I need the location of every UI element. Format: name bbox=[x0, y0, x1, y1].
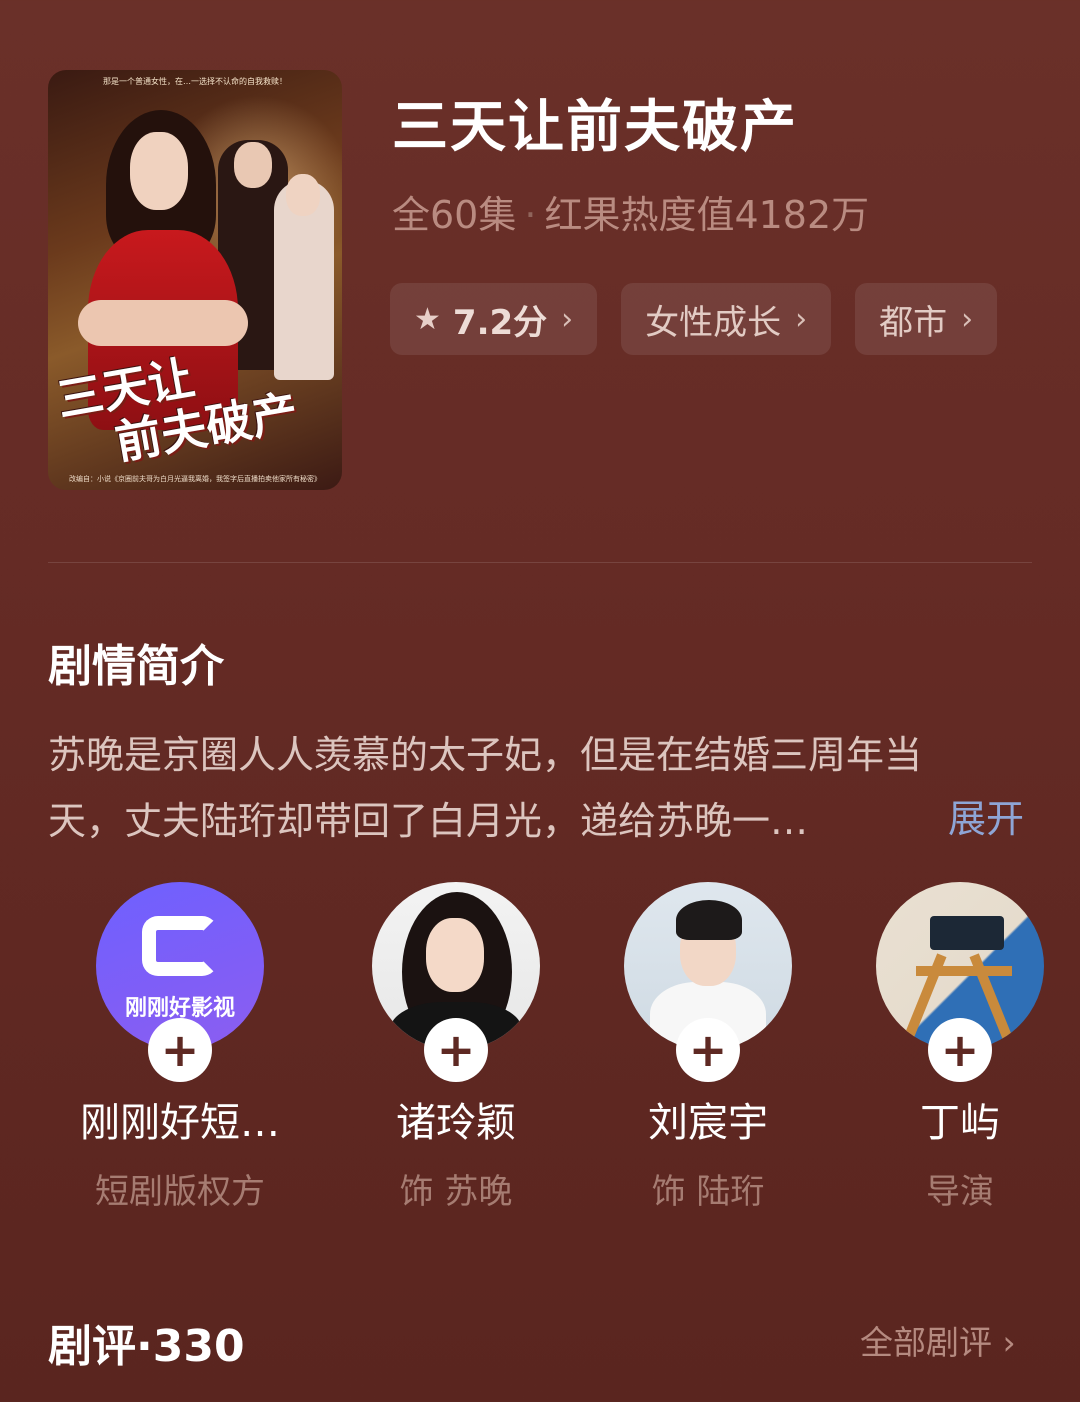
drama-poster[interactable]: 那是一个普通女性，在…一选择不认命的自我救赎！ 三天让 前夫破产 改编自：小说《… bbox=[48, 70, 342, 490]
person-card-actor[interactable]: + 刘宸宇 饰 陆珩 bbox=[582, 882, 834, 1213]
person-name: 刚刚好短… bbox=[80, 1100, 280, 1146]
genre-tag-label: 女性成长 bbox=[645, 302, 782, 343]
chevron-right-icon: › bbox=[961, 301, 974, 337]
poster-tagline: 那是一个普通女性，在…一选择不认命的自我救赎！ bbox=[103, 77, 287, 86]
avatar-hair bbox=[676, 900, 742, 940]
synopsis-line-1: 苏晚是京圈人人羡慕的太子妃，但是在结婚三周年当 bbox=[48, 733, 923, 777]
chevron-right-icon: › bbox=[795, 301, 808, 337]
person-card-actress[interactable]: + 诸玲颖 饰 苏晚 bbox=[330, 882, 582, 1213]
genre-tag-female-growth[interactable]: 女性成长 › bbox=[621, 283, 832, 355]
chair-arm bbox=[916, 966, 1012, 976]
person-name: 刘宸宇 bbox=[648, 1100, 768, 1146]
synopsis-text[interactable]: 苏晚是京圈人人羡慕的太子妃，但是在结婚三周年当 天，丈夫陆珩却带回了白月光，递给… bbox=[48, 722, 1032, 854]
all-reviews-link[interactable]: 全部剧评 › bbox=[860, 1316, 1016, 1364]
director-chair-icon bbox=[930, 916, 1004, 950]
person-card-director[interactable]: + 丁屿 导演 bbox=[834, 882, 1080, 1213]
synopsis-line-2: 天，丈夫陆珩却带回了白月光，递给苏晚一… bbox=[48, 799, 809, 843]
genre-tag-label: 都市 bbox=[879, 302, 948, 343]
avatar-face bbox=[426, 918, 484, 992]
meta-separator: · bbox=[524, 193, 537, 237]
poster-man-face bbox=[234, 142, 272, 188]
poster-lead-arms bbox=[78, 300, 248, 346]
follow-button[interactable]: + bbox=[148, 1018, 212, 1082]
heat-value: 红果热度值4182万 bbox=[544, 193, 870, 237]
section-divider bbox=[48, 562, 1032, 563]
person-role: 导演 bbox=[926, 1172, 994, 1212]
poster-adaptation-note: 改编自：小说《京圈前夫哥为白月光逼我离婚，我签字后直播拍卖他家所有秘密》 bbox=[69, 475, 321, 483]
drama-title: 三天让前夫破产 bbox=[392, 95, 798, 160]
follow-button[interactable]: + bbox=[928, 1018, 992, 1082]
poster-second-woman-face bbox=[286, 174, 320, 216]
synopsis-heading: 剧情简介 bbox=[48, 641, 224, 692]
follow-button[interactable]: + bbox=[424, 1018, 488, 1082]
tag-row: ★ 7.2分 › 女性成长 › 都市 › bbox=[390, 283, 998, 355]
person-name: 丁屿 bbox=[920, 1100, 1000, 1146]
rating-label: 7.2分 bbox=[452, 302, 548, 343]
cast-crew-row: 刚刚好影视 + 刚刚好短… 短剧版权方 + 诸玲颖 饰 苏晚 + 刘宸宇 饰 陆… bbox=[0, 882, 1080, 1222]
drama-meta: 全60集 · 红果热度值4182万 bbox=[392, 184, 869, 239]
rating-tag[interactable]: ★ 7.2分 › bbox=[390, 283, 598, 355]
person-role: 饰 苏晚 bbox=[399, 1172, 513, 1212]
star-icon: ★ bbox=[414, 301, 441, 337]
person-card-studio[interactable]: 刚刚好影视 + 刚刚好短… 短剧版权方 bbox=[54, 882, 306, 1213]
genre-tag-urban[interactable]: 都市 › bbox=[855, 283, 998, 355]
person-role: 短剧版权方 bbox=[95, 1172, 265, 1212]
expand-synopsis-button[interactable]: 展开 bbox=[948, 788, 1024, 843]
follow-button[interactable]: + bbox=[676, 1018, 740, 1082]
studio-logo-icon bbox=[142, 916, 218, 976]
episode-count: 全60集 bbox=[392, 193, 517, 237]
poster-lead-face bbox=[130, 132, 188, 210]
reviews-heading: 剧评·330 bbox=[48, 1321, 245, 1372]
person-role: 饰 陆珩 bbox=[651, 1172, 765, 1212]
person-name: 诸玲颖 bbox=[396, 1100, 516, 1146]
chevron-right-icon: › bbox=[561, 301, 574, 337]
